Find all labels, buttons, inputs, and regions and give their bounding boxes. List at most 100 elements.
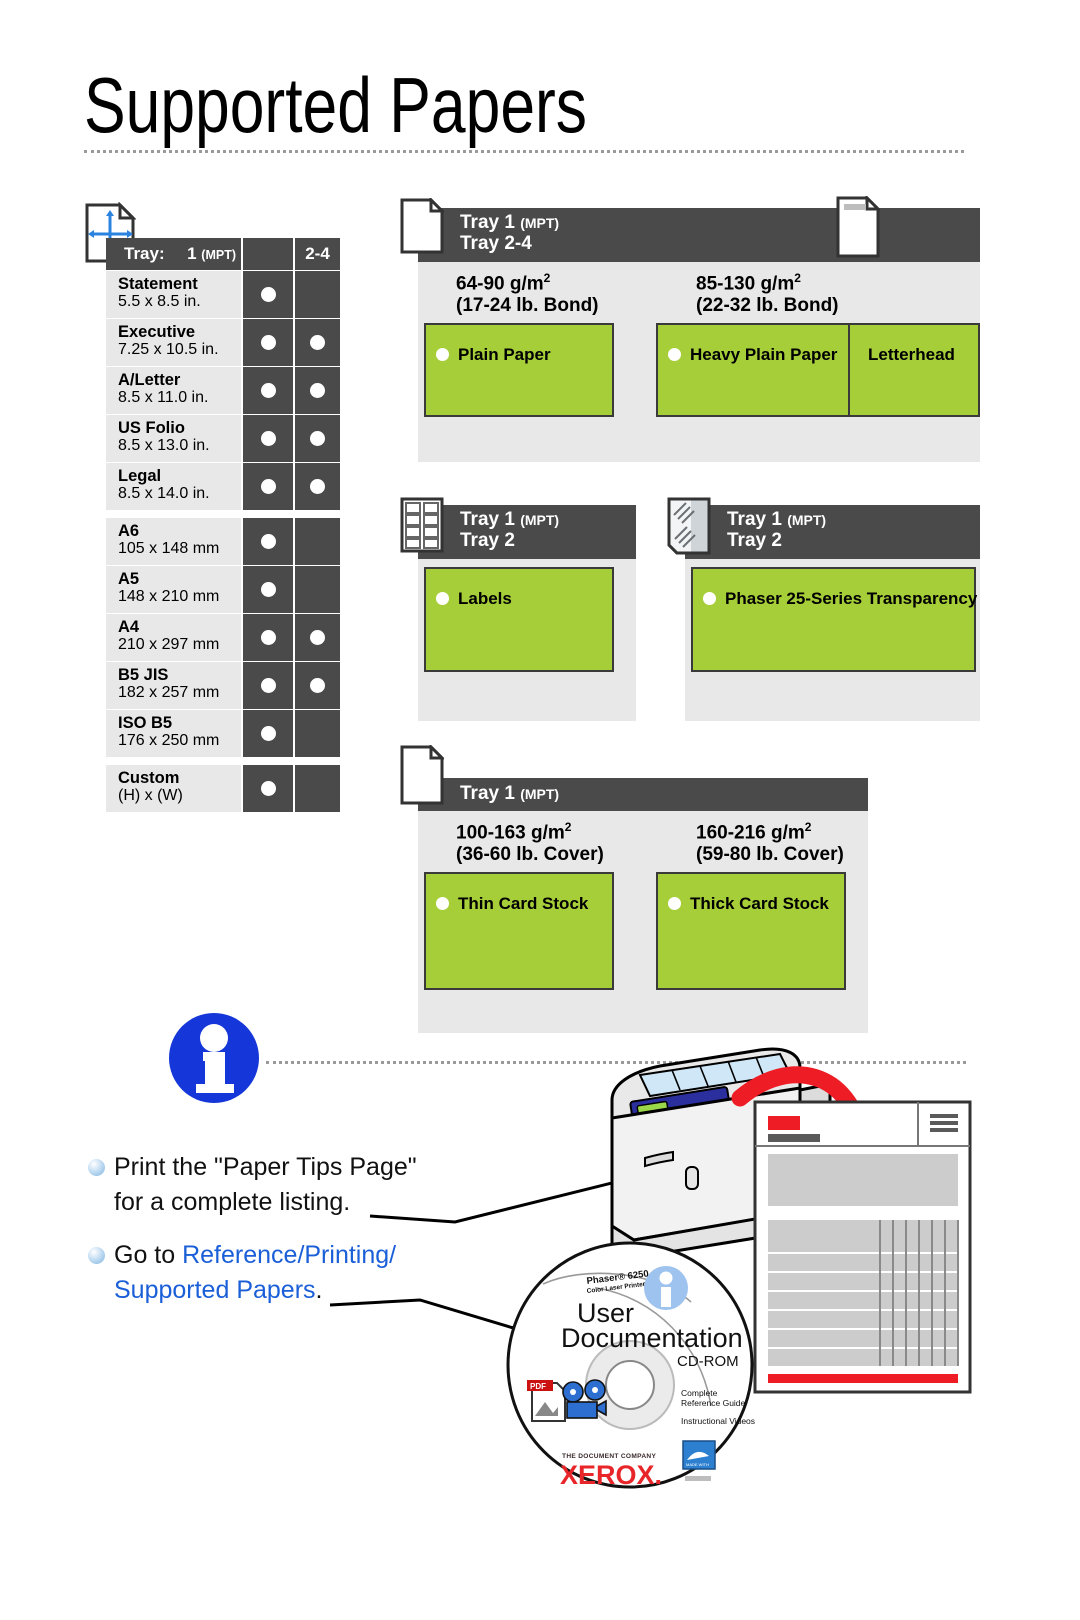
tray24-support-cell — [293, 367, 340, 414]
table-row: ISO B5 176 x 250 mm — [106, 710, 340, 757]
paper-size-name: Legal — [118, 467, 162, 485]
paper-size-name: ISO B5 — [118, 714, 173, 732]
pdf-file-icon: PDF — [527, 1380, 566, 1422]
weight-spec: 64-90 g/m2 (17-24 lb. Bond) — [456, 271, 696, 317]
support-dot-icon — [260, 479, 276, 494]
media-box[interactable]: Thin Card Stock — [424, 872, 614, 991]
paper-size-dimensions: 7.25 x 10.5 in. — [118, 341, 219, 359]
media-bullet-dot — [703, 592, 716, 605]
tray-label-text: Tray: — [124, 244, 165, 263]
support-dot-icon — [310, 431, 325, 446]
tray24-support-cell — [293, 710, 340, 757]
paper-size-dimensions: (H) x (W) — [118, 787, 183, 805]
media-box[interactable]: Phaser 25-Series Transparency — [691, 567, 978, 672]
support-dot-icon — [260, 781, 276, 796]
plain-paper-panel: Tray 1 (MPT) Tray 2-4 64-90 g/m2 (17-24 … — [400, 194, 980, 462]
paper-size-dimensions: 5.5 x 8.5 in. — [118, 293, 201, 311]
paper-size-name: Executive — [118, 323, 196, 341]
tray-support-table: Tray: 1 (MPT) 2-4 Statement 5.5 x 8.5 in.… — [106, 238, 340, 812]
transparency-panel: Tray 1 (MPT) Tray 2 Phaser 25-Series Tra… — [667, 497, 980, 721]
table-row: Statement 5.5 x 8.5 in. — [106, 271, 340, 318]
weight-spec: 85-130 g/m2 (22-32 lb. Bond) — [696, 271, 839, 317]
paper-size-dimensions: 105 x 148 mm — [118, 540, 220, 558]
cd-feature-1b: Reference Guide — [681, 1398, 746, 1408]
table-header-tray-label: Tray: 1 (MPT) — [106, 238, 241, 270]
media-box[interactable]: Thick Card Stock — [656, 872, 846, 991]
media-box[interactable]: Plain Paper — [424, 323, 614, 418]
table-row-label: ISO B5 176 x 250 mm — [106, 710, 241, 757]
support-dot-icon — [310, 335, 325, 350]
paper-size-dimensions: 8.5 x 13.0 in. — [118, 437, 210, 455]
panel-body: 64-90 g/m2 (17-24 lb. Bond) 85-130 g/m2 … — [418, 262, 980, 462]
tray1-support-cell — [241, 614, 293, 661]
tray24-support-cell — [293, 319, 340, 366]
weight-imperial: (36-60 lb. Cover) — [456, 844, 604, 866]
weight-metric: 85-130 g/m2 — [696, 271, 801, 295]
table-row: A4 210 x 297 mm — [106, 614, 340, 661]
tray1-support-cell — [241, 566, 293, 613]
weight-imperial: (22-32 lb. Bond) — [696, 295, 839, 317]
weight-metric: 64-90 g/m2 — [456, 271, 551, 295]
table-row: A/Letter 8.5 x 11.0 in. — [106, 367, 340, 414]
support-dot-icon — [310, 630, 325, 645]
table-row: A6 105 x 148 mm — [106, 518, 340, 565]
title-area: Supported Papers — [0, 0, 1080, 170]
media-box[interactable]: Letterhead — [850, 323, 980, 418]
cd-brand: XEROX. — [560, 1460, 662, 1490]
support-dot-icon — [260, 431, 276, 446]
table-row-label: Legal 8.5 x 14.0 in. — [106, 463, 241, 510]
support-dot-icon — [310, 383, 325, 398]
weight-imperial: (17-24 lb. Bond) — [456, 295, 599, 317]
media-box[interactable]: Labels — [424, 567, 614, 672]
tray1-support-cell — [241, 271, 293, 318]
paper-size-name: A6 — [118, 522, 140, 540]
tray1-support-cell — [241, 518, 293, 565]
paper-size-name: A/Letter — [118, 371, 181, 389]
tray24-support-cell — [293, 271, 340, 318]
media-bullet-dot — [668, 348, 681, 362]
panel-body: Phaser 25-Series Transparency — [685, 559, 980, 721]
media-label: Thin Card Stock — [458, 894, 589, 914]
support-dot-icon — [310, 479, 325, 494]
leader-line-cd — [329, 1298, 521, 1332]
media-box[interactable]: Heavy Plain Paper — [656, 323, 850, 418]
table-header-col2: 2-4 — [293, 238, 340, 270]
tray1-support-cell — [241, 415, 293, 462]
page-title: Supported Papers — [84, 61, 588, 149]
paper-size-name: Custom — [118, 769, 180, 787]
panel-header-line2: Tray 2 — [727, 529, 782, 551]
table-row: B5 JIS 182 x 257 mm — [106, 662, 340, 709]
media-bullet-dot — [668, 897, 681, 911]
paper-size-name: Statement — [118, 275, 198, 293]
weight-spec-row: 100-163 g/m2 (36-60 lb. Cover) 160-216 g… — [418, 811, 868, 866]
panel-header-line2: Tray 2 — [460, 529, 515, 551]
media-label: Phaser 25-Series Transparency — [725, 589, 978, 608]
table-row: US Folio 8.5 x 13.0 in. — [106, 415, 340, 462]
labels-panel: Tray 1 (MPT) Tray 2 Labels — [400, 497, 636, 721]
support-dot-icon — [260, 630, 276, 645]
user-documentation-cd: Phaser® 6250 Color Laser Printer User Do… — [506, 1241, 755, 1490]
cd-brand-tag: THE DOCUMENT COMPANY — [562, 1453, 656, 1460]
transparency-sheet-icon — [667, 497, 711, 560]
media-label: Letterhead — [868, 345, 955, 365]
table-row-label: Custom (H) x (W) — [106, 765, 241, 812]
panel-header: Tray 1 (MPT) — [418, 778, 868, 811]
paper-size-dimensions: 176 x 250 mm — [118, 732, 220, 750]
media-label: Thick Card Stock — [690, 894, 829, 914]
paper-tips-page-sample — [753, 1100, 972, 1394]
support-dot-icon — [260, 678, 276, 693]
tray24-support-cell — [293, 765, 340, 812]
svg-text:PDF: PDF — [530, 1382, 546, 1391]
table-body: Statement 5.5 x 8.5 in. Executive 7.25 x 10… — [106, 271, 340, 812]
weight-metric: 100-163 g/m2 — [456, 820, 572, 844]
media-box-row: Thin Card Stock Thick Card Stock — [418, 872, 868, 991]
support-dot-icon — [260, 287, 276, 302]
paper-size-dimensions: 182 x 257 mm — [118, 684, 220, 702]
made-with-macromedia-badge: MADE WITH — [682, 1440, 716, 1470]
plain-page-icon — [400, 196, 446, 259]
cd-media-type: CD-ROM — [677, 1353, 739, 1370]
tray24-support-cell — [293, 415, 340, 462]
panel-header: Tray 1 (MPT) Tray 2 — [418, 505, 636, 559]
media-box-row: Phaser 25-Series Transparency — [685, 559, 980, 672]
plain-page-icon — [836, 194, 882, 263]
